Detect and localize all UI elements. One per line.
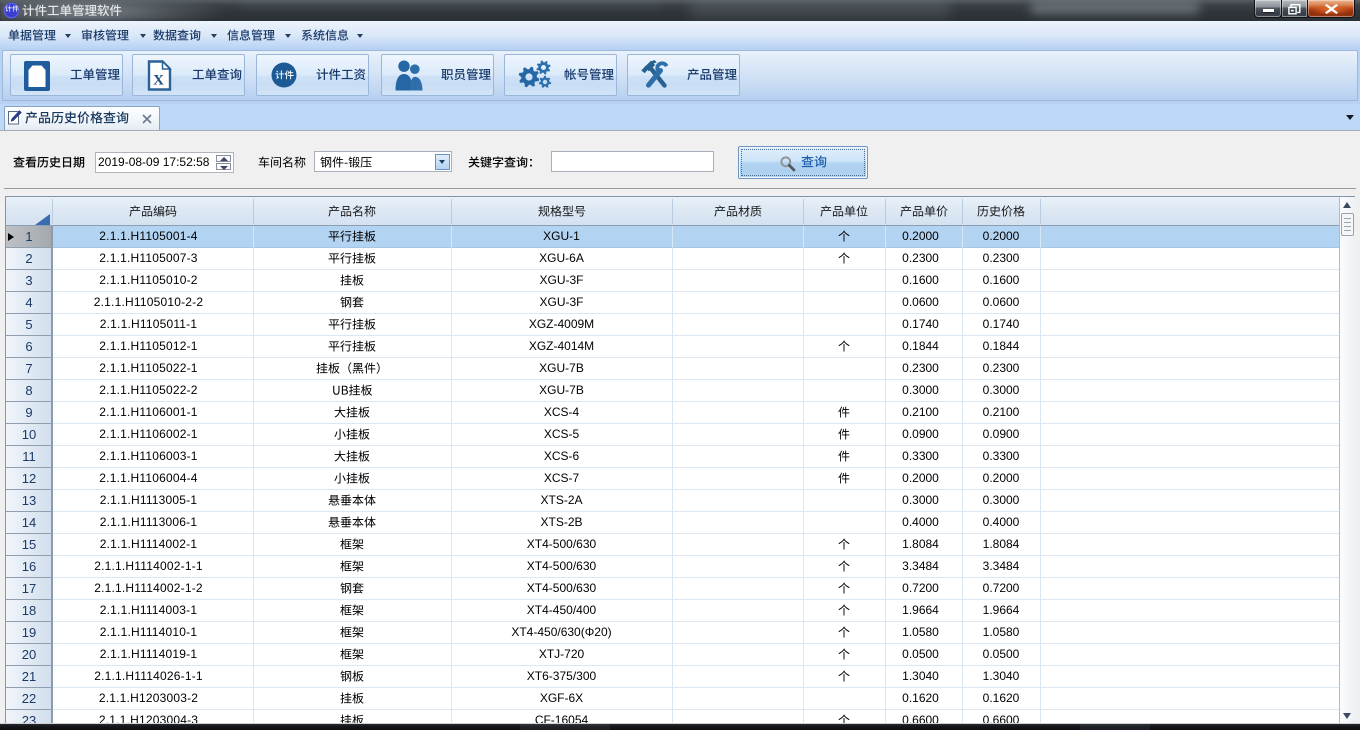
svg-text:X: X bbox=[153, 73, 164, 89]
